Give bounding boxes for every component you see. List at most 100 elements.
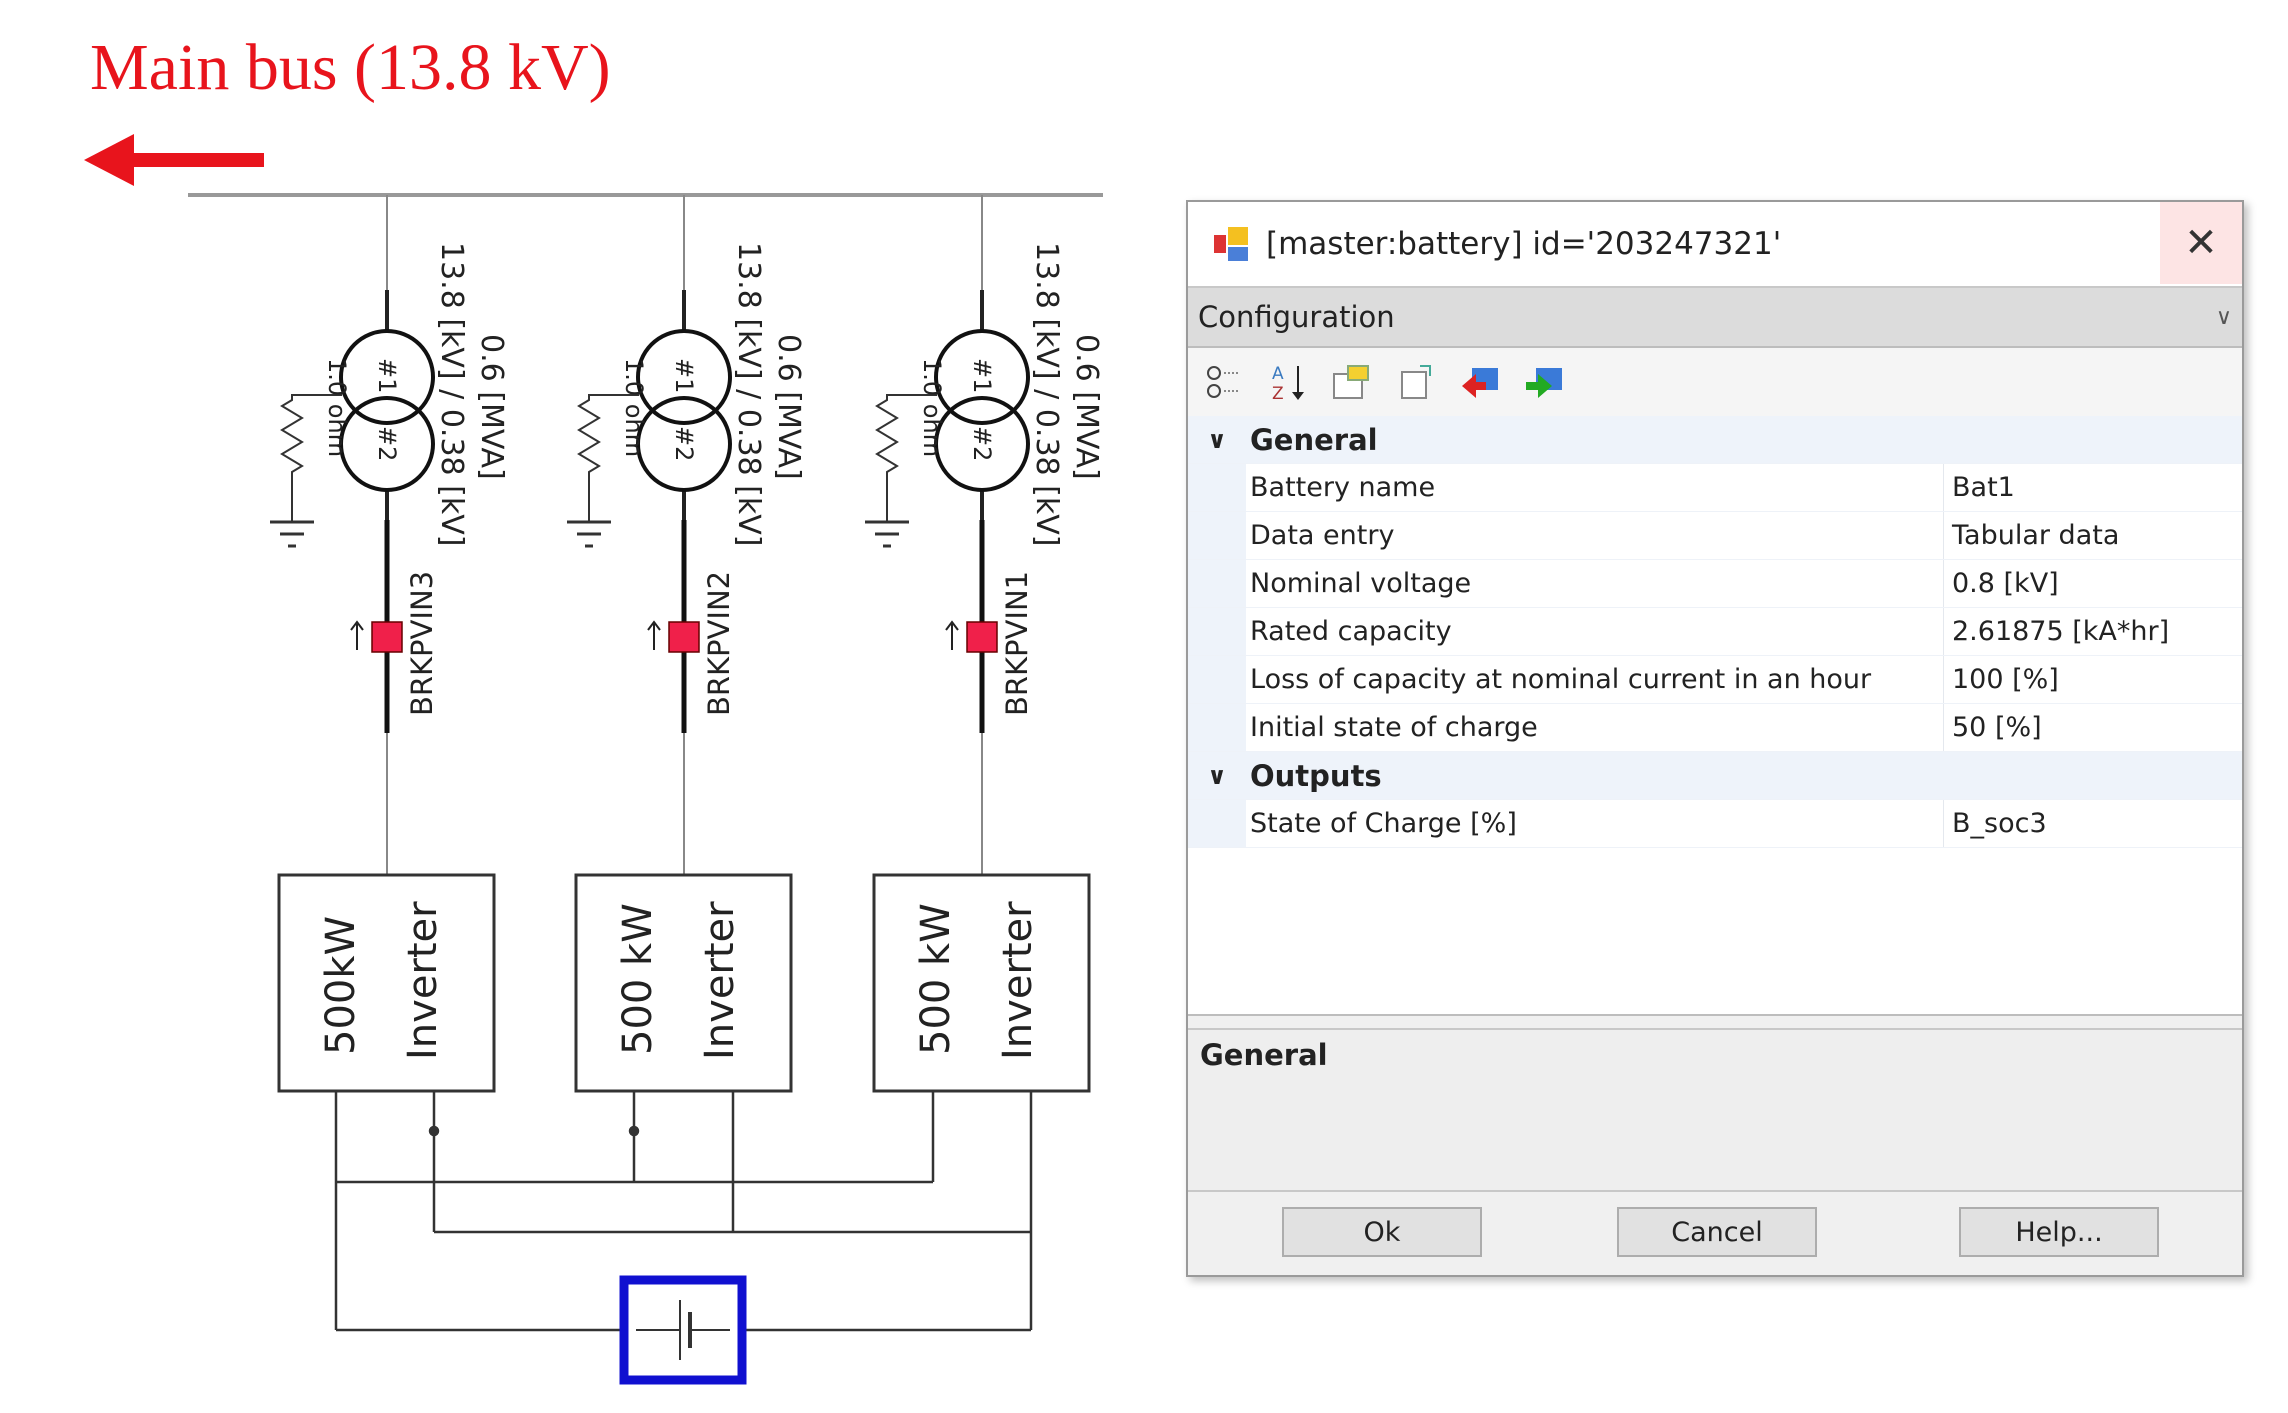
direction-arrow [84, 134, 264, 186]
property-name: State of Charge [%] [1246, 800, 1944, 847]
breaker[interactable] [371, 621, 403, 653]
property-value[interactable]: Bat1 [1944, 472, 2015, 503]
ok-button[interactable]: Ok [1282, 1207, 1482, 1257]
property-name: Initial state of charge [1246, 704, 1944, 751]
grounding-resistance-label: 1.0 ohm [323, 358, 351, 457]
inverter-block[interactable] [574, 873, 793, 1093]
cancel-button[interactable]: Cancel [1617, 1207, 1817, 1257]
transformer-voltage-label: 13.8 [kV] / 0.38 [kV] [434, 242, 469, 546]
sort-alpha-icon[interactable]: AZ [1266, 360, 1310, 404]
categorized-icon[interactable] [1202, 360, 1246, 404]
feeder-2: #1 #2 13.8 [kV] / 0.38 [kV] 0.6 [MVA] 1.0 oh… [567, 195, 806, 1093]
dialog-titlebar: [master:battery] id='203247321' ✕ [1188, 202, 2242, 286]
dc-bus [334, 1092, 1033, 1332]
transformer-voltage-label: 13.8 [kV] / 0.38 [kV] [1029, 242, 1064, 546]
inverter-label: Inverter [697, 901, 743, 1060]
category-general[interactable]: ∨ General [1188, 416, 2242, 464]
export-icon[interactable] [1522, 360, 1566, 404]
row-gutter [1188, 560, 1246, 607]
inverter-label: Inverter [995, 901, 1041, 1060]
inverter-power-label: 500 kW [615, 903, 661, 1055]
property-value[interactable]: 2.61875 [kA*hr] [1944, 616, 2169, 647]
property-value[interactable]: Tabular data [1944, 520, 2119, 551]
row-gutter [1188, 800, 1246, 847]
svg-text:Z: Z [1272, 384, 1284, 402]
single-line-diagram: #1#2 13.8 [kV] / 0.38 [kV] 0.6 [MVA]1.0 oh… [84, 134, 1104, 1385]
property-toolbar: AZ [1188, 348, 2242, 418]
property-name: Data entry [1246, 512, 1944, 559]
grounding-resistance-label: 1.0 ohm [918, 358, 946, 457]
property-value[interactable]: 0.8 [kV] [1944, 568, 2059, 599]
winding-1-label: #1 [670, 358, 698, 393]
transformer[interactable] [636, 329, 732, 492]
property-row[interactable]: Nominal voltage 0.8 [kV] [1188, 560, 2242, 608]
dialog-title: [master:battery] id='203247321' [1266, 226, 1782, 262]
property-row[interactable]: Loss of capacity at nominal current in a… [1188, 656, 2242, 704]
dropdown-value: Configuration [1198, 300, 1395, 334]
inverter-block[interactable] [872, 873, 1091, 1093]
chevron-down-icon[interactable]: ∨ [1188, 752, 1246, 799]
import-icon[interactable] [1458, 360, 1502, 404]
property-row[interactable]: Data entry Tabular data [1188, 512, 2242, 560]
properties-icon[interactable] [1330, 360, 1374, 404]
battery-properties-dialog: [master:battery] id='203247321' ✕ Config… [1186, 200, 2244, 1277]
winding-2-label: #2 [373, 426, 401, 461]
row-gutter [1188, 512, 1246, 559]
transformer[interactable] [934, 329, 1030, 492]
row-gutter [1188, 464, 1246, 511]
winding-1-label: #1 [968, 358, 996, 393]
row-gutter [1188, 704, 1246, 751]
property-grid: ∨ General Battery name Bat1 Data entry Tabula… [1188, 416, 2242, 1016]
property-name: Loss of capacity at nominal current in a… [1246, 656, 1944, 703]
inverter-block[interactable] [277, 873, 496, 1093]
row-gutter [1188, 608, 1246, 655]
winding-2-label: #2 [670, 426, 698, 461]
property-name: Rated capacity [1246, 608, 1944, 655]
configuration-dropdown[interactable]: Configuration ∨ [1188, 286, 2242, 348]
close-button[interactable]: ✕ [2160, 202, 2242, 284]
property-row[interactable]: State of Charge [%] B_soc3 [1188, 800, 2242, 848]
property-value[interactable]: 100 [%] [1944, 664, 2059, 695]
property-value[interactable]: B_soc3 [1944, 808, 2047, 839]
transformer[interactable] [339, 329, 435, 492]
feeder-1: #1 #2 13.8 [kV] / 0.38 [kV] 0.6 [MVA] 1.0 oh… [270, 195, 509, 1093]
chevron-down-icon[interactable]: ∨ [1188, 416, 1246, 463]
feeder-3: #1 #2 13.8 [kV] / 0.38 [kV] 0.6 [MVA] 1.0 oh… [865, 195, 1104, 1093]
winding-1-label: #1 [373, 358, 401, 393]
grounding-resistance-label: 1.0 ohm [620, 358, 648, 457]
property-row[interactable]: Initial state of charge 50 [%] [1188, 704, 2242, 752]
property-row[interactable]: Battery name Bat1 [1188, 464, 2242, 512]
flow-arrow-icon [350, 620, 364, 650]
transformer-voltage-label: 13.8 [kV] / 0.38 [kV] [731, 242, 766, 546]
property-name: Nominal voltage [1246, 560, 1944, 607]
property-value[interactable]: 50 [%] [1944, 712, 2042, 743]
row-gutter [1188, 656, 1246, 703]
pages-icon[interactable] [1394, 360, 1438, 404]
transformer-rating-label: 0.6 [MVA] [771, 334, 806, 480]
flow-arrow-icon [647, 620, 661, 650]
flow-arrow-icon [945, 620, 959, 650]
breaker-label: BRKPVIN1 [1000, 571, 1034, 716]
battery-symbol[interactable] [619, 1275, 747, 1385]
transformer-rating-label: 0.6 [MVA] [1069, 334, 1104, 480]
svg-text:A: A [1272, 364, 1284, 384]
winding-2-label: #2 [968, 426, 996, 461]
close-icon: ✕ [2184, 220, 2218, 266]
property-name: Battery name [1246, 464, 1944, 511]
transformer-rating-label: 0.6 [MVA] [474, 334, 509, 480]
breaker[interactable] [966, 621, 998, 653]
category-outputs[interactable]: ∨ Outputs [1188, 752, 2242, 800]
property-row[interactable]: Rated capacity 2.61875 [kA*hr] [1188, 608, 2242, 656]
breaker-label: BRKPVIN2 [702, 571, 736, 716]
description-title: General [1200, 1038, 1328, 1072]
component-icon [1214, 227, 1248, 261]
breaker[interactable] [668, 621, 700, 653]
category-label: General [1250, 422, 1378, 457]
inverter-label: Inverter [400, 901, 446, 1060]
breaker-label: BRKPVIN3 [405, 571, 439, 716]
category-label: Outputs [1250, 758, 1382, 793]
inverter-power-label: 500 kW [913, 903, 959, 1055]
help-button[interactable]: Help... [1959, 1207, 2159, 1257]
chevron-down-icon: ∨ [2215, 304, 2232, 330]
description-panel: General [1188, 1028, 2242, 1192]
